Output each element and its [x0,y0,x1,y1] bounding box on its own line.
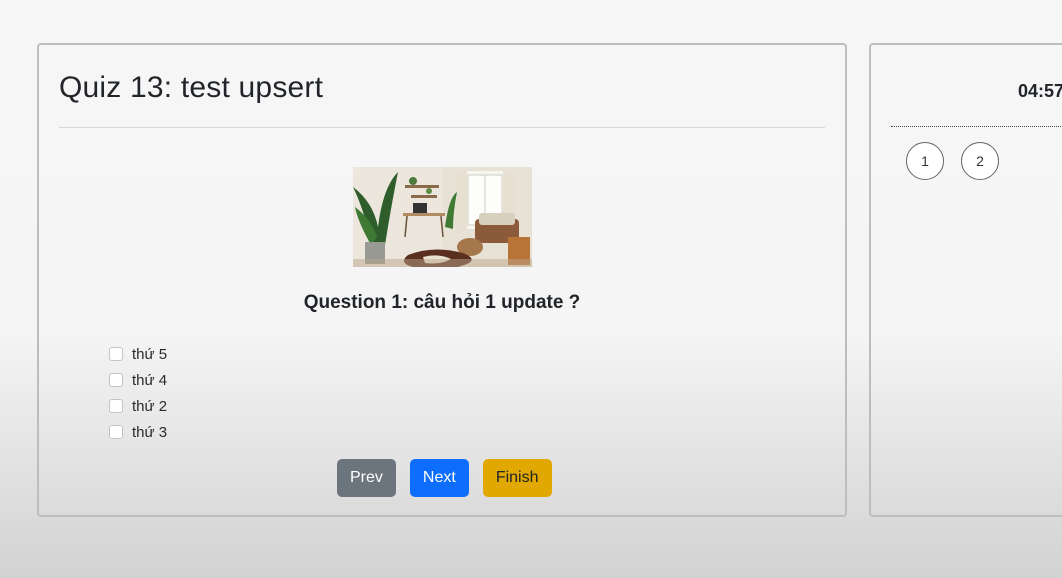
answer-option[interactable]: thứ 2 [109,393,167,419]
title-divider [59,127,825,128]
question-nav-button[interactable]: 2 [961,142,999,180]
quiz-card: Quiz 13: test upsert Question 1: câu hỏi… [37,43,847,517]
question-text: Question 1: câu hỏi 1 update ? [303,292,581,313]
answer-label: thứ 4 [132,371,168,389]
quiz-sidebar: 04:57 1 2 [869,43,1062,517]
answer-label: thứ 5 [132,345,168,363]
answer-label: thứ 2 [132,397,168,415]
finish-button[interactable]: Finish [482,459,552,497]
answer-list: thứ 5 thứ 4 thứ 2 thứ 3 [109,341,167,445]
prev-button[interactable]: Prev [337,459,396,497]
countdown-timer: 04:57 [1018,81,1062,101]
next-button[interactable]: Next [409,459,469,497]
answer-checkbox[interactable] [109,373,123,387]
answer-option[interactable]: thứ 3 [109,419,167,445]
quiz-controls: Prev Next Finish [337,459,566,497]
answer-checkbox[interactable] [109,399,123,413]
answer-checkbox[interactable] [109,425,123,439]
answer-checkbox[interactable] [109,347,123,361]
question-nav-button[interactable]: 1 [906,142,944,180]
question-navigator: 1 2 [906,142,1016,180]
question-image [353,167,532,267]
answer-label: thứ 3 [132,423,168,441]
answer-option[interactable]: thứ 4 [109,367,167,393]
quiz-title: Quiz 13: test upsert [59,71,324,104]
timer-divider [891,126,1062,127]
answer-option[interactable]: thứ 5 [109,341,167,367]
